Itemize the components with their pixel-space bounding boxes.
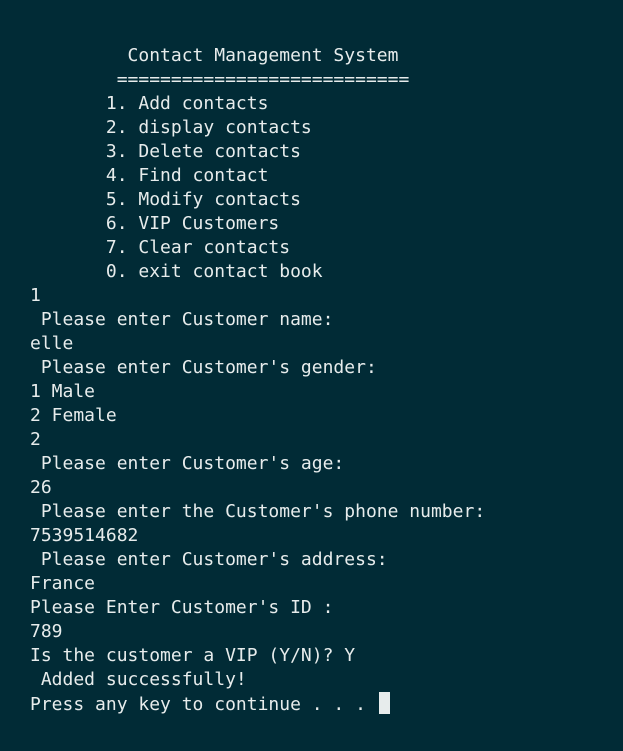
menu-option-add: 1. Add contacts — [30, 93, 269, 114]
user-input-name: elle — [30, 333, 74, 354]
success-message: Added successfully! — [30, 669, 247, 690]
prompt-age: Please enter Customer's age: — [30, 453, 345, 474]
prompt-vip: Is the customer a VIP (Y/N)? Y — [30, 645, 356, 666]
prompt-name: Please enter Customer name: — [30, 309, 334, 330]
user-input-address: France — [30, 573, 96, 594]
continue-prompt: Press any key to continue . . . — [30, 694, 377, 715]
gender-option-female: 2 Female — [30, 405, 117, 426]
prompt-gender: Please enter Customer's gender: — [30, 357, 377, 378]
menu-option-delete: 3. Delete contacts — [30, 141, 301, 162]
prompt-phone: Please enter the Customer's phone number… — [30, 501, 486, 522]
cursor-block[interactable] — [378, 692, 390, 714]
user-input-phone: 7539514682 — [30, 525, 139, 546]
prompt-id: Please Enter Customer's ID : — [30, 597, 334, 618]
prompt-address: Please enter Customer's address: — [30, 549, 388, 570]
menu-option-vip: 6. VIP Customers — [30, 213, 280, 234]
menu-option-exit: 0. exit contact book — [30, 261, 323, 282]
menu-title: Contact Management System — [30, 45, 399, 66]
menu-divider: =========================== — [30, 69, 410, 90]
user-input-age: 26 — [30, 477, 52, 498]
gender-option-male: 1 Male — [30, 381, 96, 402]
user-input-gender: 2 — [30, 429, 41, 450]
continue-prompt-line: Press any key to continue . . . — [0, 692, 623, 716]
terminal-window[interactable]: Contact Management System ==============… — [0, 0, 623, 751]
menu-option-display: 2. display contacts — [30, 117, 312, 138]
menu-option-modify: 5. Modify contacts — [30, 189, 301, 210]
menu-option-find: 4. Find contact — [30, 165, 269, 186]
user-input-id: 789 — [30, 621, 63, 642]
user-input-menu-choice: 1 — [30, 285, 41, 306]
menu-option-clear: 7. Clear contacts — [30, 237, 291, 258]
